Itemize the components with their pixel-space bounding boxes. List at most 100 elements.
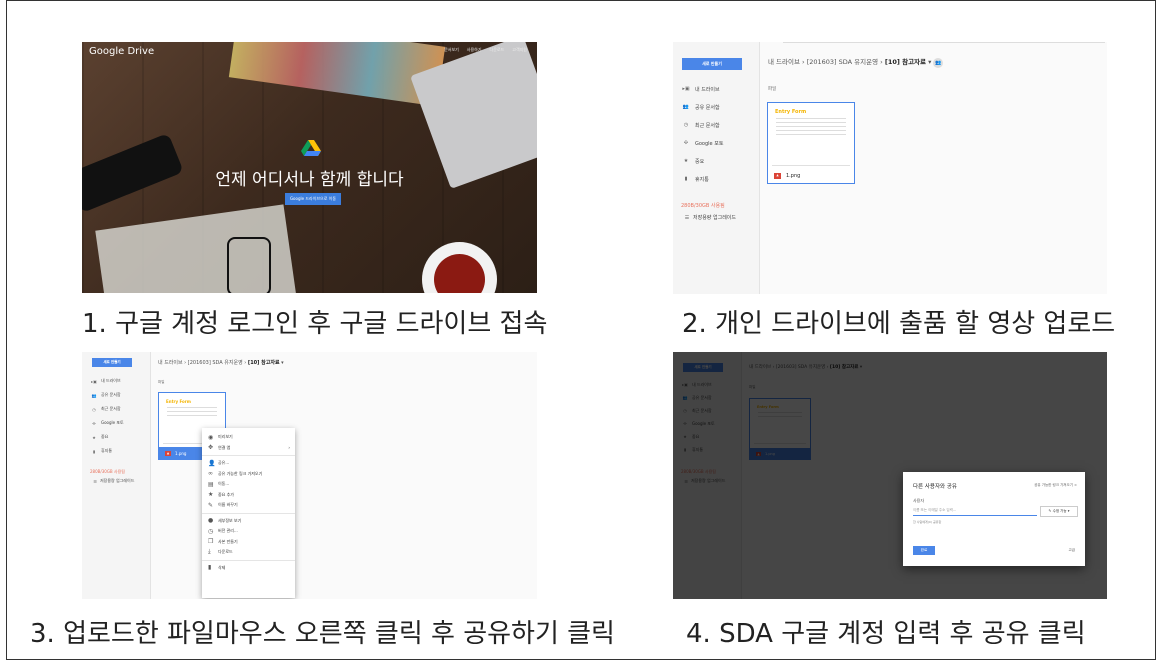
sidebar-item-trash[interactable]: ▮휴지통 (677, 170, 723, 188)
storage-quota: 280B/30GB 사용됨 (90, 469, 125, 474)
sidebar-item-shared[interactable]: 👥공유 문서함 (677, 98, 723, 116)
file-name: 1.png (175, 451, 187, 456)
file-card[interactable]: Entry Form ▲ 1.png (767, 102, 855, 184)
menu-item-preview[interactable]: ◉ 미리보기 (202, 432, 295, 443)
go-to-drive-button[interactable]: Google 드라이브으로 이동 (285, 193, 341, 205)
clock-icon: ◷ (683, 122, 689, 128)
storage-quota: 280B/30GB 사용됨 (681, 203, 725, 209)
get-shareable-link[interactable]: 공유 가능한 링크 가져오기 ∞ (1034, 483, 1077, 488)
link-icon: ∞ (1074, 483, 1077, 487)
image-file-icon: ▲ (774, 173, 781, 179)
chevron-right-icon: › (288, 445, 290, 451)
sidebar-item-shared[interactable]: 👥공유 문서함 (87, 388, 124, 402)
image-file-icon: ▲ (165, 451, 171, 456)
menu-item-move[interactable]: ▤ 이동... (202, 479, 295, 490)
trash-icon: ▮ (92, 448, 96, 454)
menu-item-rename[interactable]: ✎ 이름 바꾸기 (202, 500, 295, 511)
drive-logo-icon (301, 140, 321, 156)
download-icon: ⤓ (208, 548, 211, 556)
breadcrumb-folder[interactable]: [201603] SDA 유지운영 (188, 360, 243, 366)
people-label: 사용자 (913, 498, 925, 503)
pencil-icon: ✎ (1048, 509, 1052, 513)
drive-folder-screenshot: 새로 만들기 ▸▣ 내 드라이브 👥 공유 문서함 ◷ 최근 문서함 ✣ Google … (673, 42, 1107, 294)
nav-link[interactable]: 고객지원 (512, 47, 527, 53)
google-drive-brand[interactable]: Google Drive (89, 46, 154, 57)
menu-item-share[interactable]: 👤 공유... (202, 458, 295, 469)
drive-icon: ▸▣ (91, 378, 97, 384)
advanced-link[interactable]: 고급 (1069, 548, 1075, 553)
sidebar-item-my-drive[interactable]: ▸▣내 드라이브 (677, 80, 723, 98)
caption-step-2: 2. 개인 드라이브에 출품 할 영상 업로드 (682, 309, 1116, 339)
share-dialog-title: 다른 사용자와 공유 (913, 484, 957, 490)
open-with-icon: ✥ (208, 444, 214, 452)
menu-item-download[interactable]: ⤓ 다운로드 (202, 547, 295, 558)
breadcrumb-current[interactable]: [10] 참고자료 (248, 360, 280, 366)
trash-icon: ▮ (684, 176, 688, 182)
menu-item-get-link[interactable]: ∞ 공유 가능한 링크 가져오기 (202, 469, 295, 480)
caption-step-4: 4. SDA 구글 계정 입력 후 공유 클릭 (686, 619, 1086, 649)
done-button[interactable]: 완료 (913, 546, 935, 555)
menu-item-open-with[interactable]: ✥ 연결 앱 › (202, 443, 295, 454)
rename-icon: ✎ (208, 501, 214, 509)
drive-share-dialog-screenshot: 새로 만들기 ▸▣내 드라이브 👥공유 문서함 ◷최근 문서함 ✣Google … (673, 352, 1107, 599)
menu-item-versions[interactable]: ◷ 버전 관리... (202, 526, 295, 537)
upgrade-storage[interactable]: ☰저장용량 업그레이드 (90, 478, 150, 484)
sidebar-item-trash[interactable]: ▮휴지통 (87, 444, 124, 458)
sidebar-item-my-drive[interactable]: ▸▣내 드라이브 (87, 374, 124, 388)
storage-icon: ☰ (93, 478, 97, 484)
breadcrumb: 내 드라이브 › [201603] SDA 유지운영 › [10] 참고자료 ▾… (768, 58, 944, 68)
menu-item-star[interactable]: ★ 중요 추가 (202, 490, 295, 501)
sidebar-item-recent[interactable]: ◷최근 문서함 (677, 116, 723, 134)
permission-dropdown[interactable]: ✎ 수정 가능 ▾ (1040, 506, 1078, 517)
share-hint: 한 사람에게(0) 공유함 (913, 520, 942, 524)
menu-item-details[interactable]: ● 세부정보 보기 (202, 516, 295, 527)
sidebar-item-starred[interactable]: ★중요 (87, 430, 124, 444)
landing-top-nav: 문서보기 사용하기 다운로드 고객지원 (444, 47, 527, 53)
nav-link[interactable]: 사용하기 (467, 47, 482, 53)
eye-icon: ◉ (208, 433, 214, 441)
files-section-label: 파일 (158, 380, 165, 384)
file-thumbnail: Entry Form (772, 107, 850, 166)
context-menu: ◉ 미리보기 ✥ 연결 앱 › 👤 공유... ∞ 공유 가능한 링크 가져오기 ▤ 이동.… (202, 428, 295, 598)
landing-headline: 언제 어디서나 함께 합니다 (215, 170, 404, 190)
sidebar-item-photos[interactable]: ✣Google 포토 (87, 416, 123, 430)
clock-icon: ◷ (92, 406, 96, 412)
sidebar-item-recent[interactable]: ◷최근 문서함 (87, 402, 124, 416)
nav-link[interactable]: 다운로드 (490, 47, 505, 53)
photos-icon: ✣ (92, 420, 96, 426)
caption-step-1: 1. 구글 계정 로그인 후 구글 드라이브 접속 (82, 309, 548, 339)
sidebar-item-starred[interactable]: ★중요 (677, 152, 723, 170)
breadcrumb-current[interactable]: [10] 참고자료 (885, 58, 926, 66)
people-email-input[interactable]: 이름 또는 이메일 주소 입력... (913, 506, 1037, 516)
star-icon: ★ (208, 491, 214, 499)
menu-item-delete[interactable]: ▮ 삭제 (202, 563, 295, 574)
drive-nav: ▸▣내 드라이브 👥공유 문서함 ◷최근 문서함 ✣Google 포토 ★중요 … (87, 374, 124, 458)
breadcrumb: 내 드라이브 › [201603] SDA 유지운영 › [10] 참고자료 ▾ (158, 360, 284, 366)
sidebar-item-photos[interactable]: ✣Google 포토 (677, 134, 724, 152)
breadcrumb-root[interactable]: 내 드라이브 (158, 360, 183, 366)
glasses (227, 237, 271, 293)
share-icon: 👤 (208, 459, 216, 467)
star-icon: ★ (92, 434, 96, 440)
drive-context-menu-screenshot: 새로 만들기 ▸▣ 내 드라이브 👥 공유 문서함 ◷ 최근 문서함 ✣ Google … (82, 352, 537, 599)
breadcrumb-folder[interactable]: [201603] SDA 유지운영 (807, 58, 878, 66)
photos-icon: ✣ (683, 140, 689, 146)
files-section-label: 파일 (768, 87, 777, 92)
breadcrumb-root[interactable]: 내 드라이브 (768, 58, 800, 66)
shared-icon: 👥 (91, 392, 97, 398)
link-icon: ∞ (208, 470, 213, 478)
move-icon: ▤ (208, 480, 214, 488)
menu-item-copy[interactable]: ❐ 사본 만들기 (202, 537, 295, 548)
new-button[interactable]: 새로 만들기 (682, 58, 742, 70)
copy-icon: ❐ (208, 538, 214, 546)
nav-link[interactable]: 문서보기 (444, 47, 459, 53)
trash-icon: ▮ (208, 564, 212, 572)
history-icon: ◷ (208, 527, 214, 535)
new-button[interactable]: 새로 만들기 (92, 358, 132, 367)
upgrade-storage[interactable]: ☰저장용량 업그레이드 (681, 214, 759, 222)
info-icon: ● (208, 517, 214, 525)
caption-step-3: 3. 업로드한 파일마우스 오른쪽 클릭 후 공유하기 클릭 (30, 619, 615, 649)
star-icon: ★ (683, 158, 689, 164)
file-name: 1.png (786, 173, 801, 179)
shared-icon: 👥 (682, 104, 690, 110)
